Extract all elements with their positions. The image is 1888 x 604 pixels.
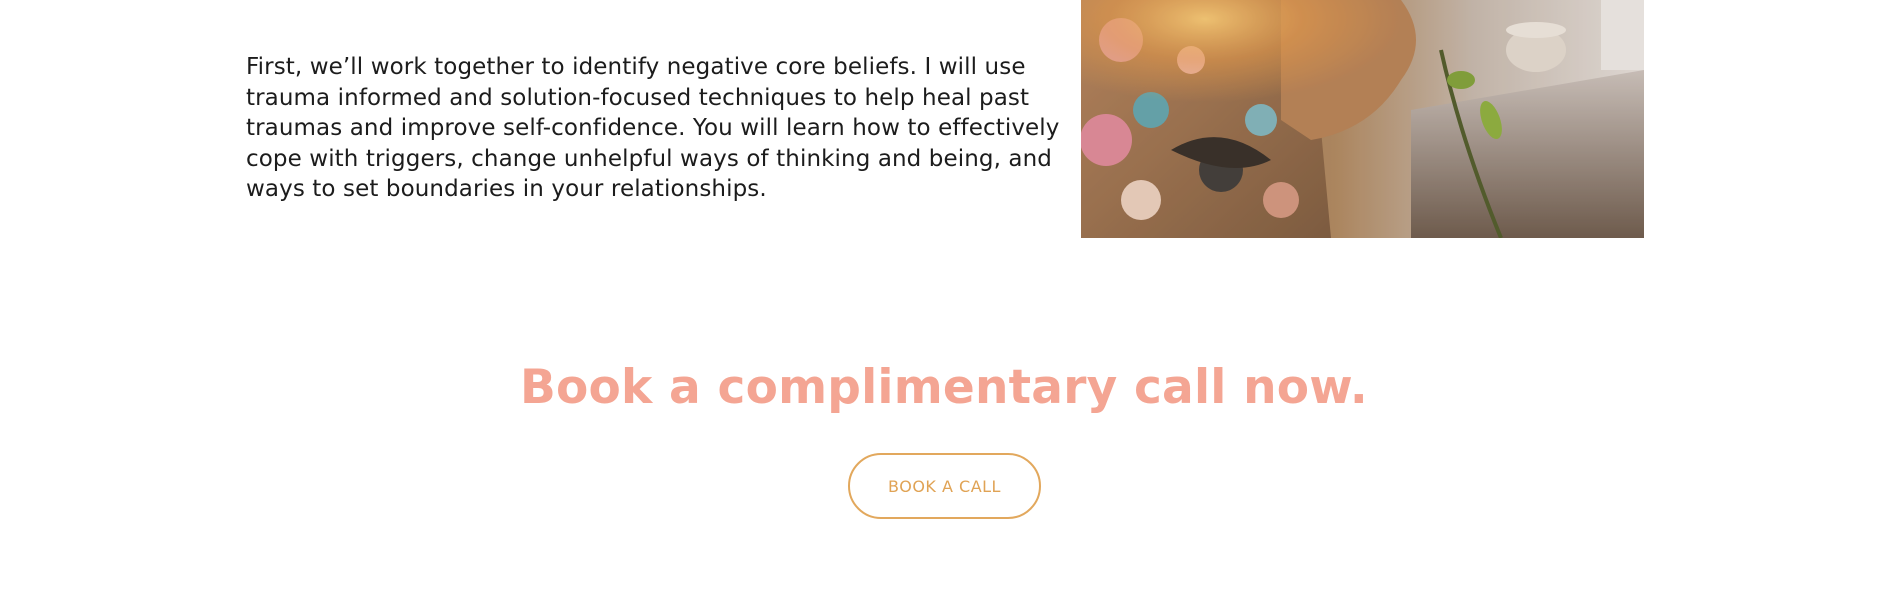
- book-a-call-button[interactable]: BOOK A CALL: [848, 453, 1041, 519]
- intro-paragraph: First, we’ll work together to identify n…: [246, 54, 1060, 202]
- hero-photo: [1081, 0, 1644, 238]
- photo-illustration: [1081, 0, 1644, 238]
- cta-heading: Book a complimentary call now.: [520, 360, 1368, 415]
